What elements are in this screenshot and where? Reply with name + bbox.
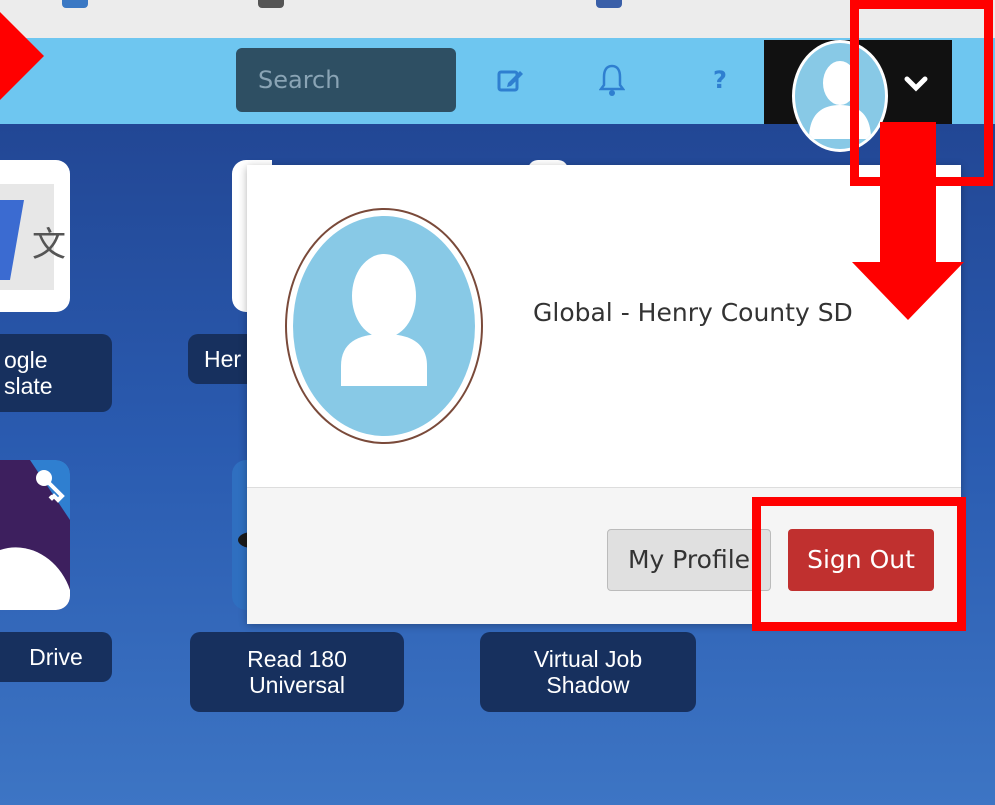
annotation-arrow-left — [0, 12, 44, 100]
search-input[interactable]: Search — [236, 48, 456, 112]
google-translate-tile[interactable]: 文 — [0, 160, 70, 312]
svg-text:文: 文 — [32, 225, 66, 265]
annotation-arrow-down-head — [852, 262, 964, 320]
annotation-box-sign-out — [752, 497, 966, 631]
virtual-job-shadow-label[interactable]: Virtual Job Shadow — [480, 632, 696, 712]
browser-toolbar — [0, 0, 995, 38]
organization-name: Global - Henry County SD — [533, 298, 853, 327]
drive-label[interactable]: Drive — [0, 632, 112, 682]
help-icon[interactable]: ? — [708, 62, 732, 98]
my-profile-button[interactable]: My Profile — [607, 529, 771, 591]
edit-icon[interactable] — [494, 62, 526, 98]
read180-label[interactable]: Read 180 Universal — [190, 632, 404, 712]
profile-avatar-image — [293, 216, 475, 436]
annotation-arrow-down — [880, 122, 936, 262]
drive-tile[interactable] — [0, 460, 70, 610]
google-translate-label[interactable]: ogle slate — [0, 334, 112, 412]
key-icon — [0, 460, 70, 610]
browser-tab-indicator — [62, 0, 88, 8]
profile-avatar — [285, 208, 483, 444]
translate-icon: 文 — [0, 184, 66, 290]
user-silhouette-icon — [341, 254, 427, 386]
browser-tab-indicator — [596, 0, 622, 8]
browser-tab-indicator — [258, 0, 284, 8]
bell-icon[interactable] — [596, 62, 628, 98]
